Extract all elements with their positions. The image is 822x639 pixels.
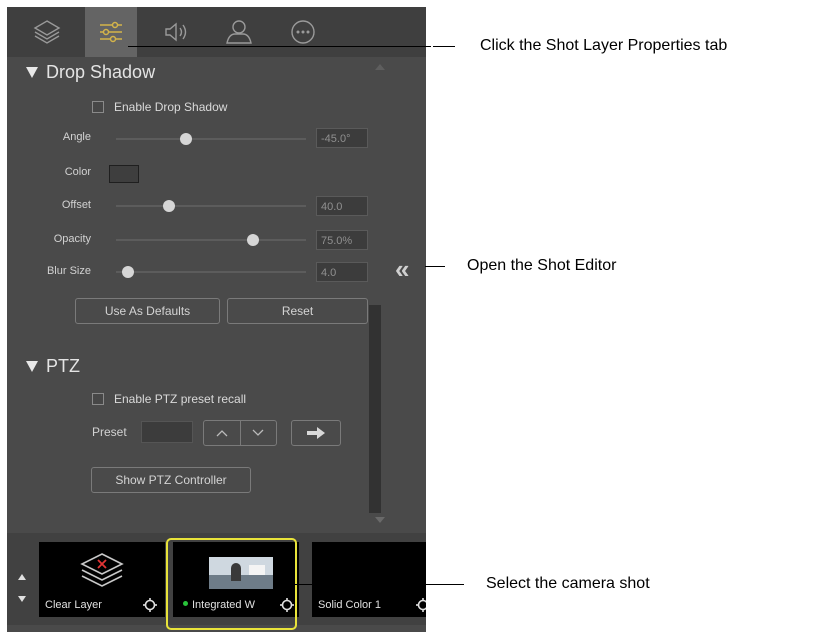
opacity-slider-thumb[interactable] [247, 234, 259, 246]
preset-input[interactable] [141, 421, 193, 443]
blur-size-slider[interactable] [116, 271, 306, 273]
tab-user[interactable] [214, 7, 264, 57]
sliders-icon [100, 21, 122, 43]
selected-shot-highlight [166, 538, 297, 630]
shot-solid-color[interactable]: Solid Color 1 [312, 542, 426, 617]
speaker-icon [165, 22, 187, 42]
blur-size-slider-thumb[interactable] [122, 266, 134, 278]
opacity-slider[interactable] [116, 239, 306, 241]
enable-drop-shadow-checkbox[interactable]: Enable Drop Shadow [92, 100, 227, 114]
angle-slider[interactable] [116, 138, 306, 140]
chevron-up-icon [216, 430, 228, 437]
tab-shot-layer-properties[interactable] [85, 7, 137, 57]
blur-size-value[interactable]: 4.0 [316, 262, 368, 282]
offset-value[interactable]: 40.0 [316, 196, 368, 216]
more-icon [291, 20, 315, 44]
scroll-down-arrow-icon[interactable] [375, 517, 385, 523]
reset-button[interactable]: Reset [227, 298, 368, 324]
tab-more[interactable] [278, 7, 328, 57]
user-icon [226, 20, 252, 44]
gear-icon[interactable] [416, 598, 426, 612]
preset-label: Preset [92, 425, 127, 439]
preset-down-button[interactable] [239, 421, 277, 445]
enable-ptz-label: Enable PTZ preset recall [114, 392, 247, 406]
callout-line-shot-editor [425, 266, 445, 267]
offset-slider-thumb[interactable] [163, 200, 175, 212]
shot-label: Solid Color 1 [318, 599, 381, 611]
show-ptz-controller-button[interactable]: Show PTZ Controller [91, 467, 251, 493]
opacity-value[interactable]: 75.0% [316, 230, 368, 250]
color-label: Color [64, 166, 91, 178]
gear-icon[interactable] [143, 598, 157, 612]
angle-label: Angle [62, 131, 91, 143]
arrow-right-icon [307, 427, 325, 439]
strip-down-arrow-icon[interactable] [18, 596, 26, 602]
enable-ptz-checkbox[interactable]: Enable PTZ preset recall [92, 392, 246, 406]
color-swatch[interactable] [109, 165, 139, 183]
shot-clear-layer[interactable]: Clear Layer [39, 542, 165, 617]
callout-properties-tab: Click the Shot Layer Properties tab [480, 37, 728, 54]
drop-shadow-title: Drop Shadow [46, 62, 156, 82]
tab-layers[interactable] [22, 7, 72, 57]
clear-layer-icon [80, 553, 124, 587]
preset-up-button[interactable] [204, 421, 240, 445]
layers-icon [33, 20, 61, 44]
collapse-triangle-icon [26, 67, 38, 78]
callout-tick-properties-tab [433, 46, 455, 47]
opacity-label: Opacity [53, 233, 91, 245]
enable-drop-shadow-label: Enable Drop Shadow [114, 100, 228, 114]
preset-recall-button[interactable] [291, 420, 341, 446]
preset-stepper[interactable] [203, 420, 277, 446]
strip-up-arrow-icon[interactable] [18, 574, 26, 580]
scrollbar[interactable] [369, 305, 381, 513]
open-shot-editor-chevron-icon[interactable]: « [395, 256, 409, 282]
tab-audio[interactable] [150, 7, 200, 57]
chevron-down-icon [252, 429, 264, 436]
callout-camera-shot: Select the camera shot [486, 575, 650, 592]
angle-value[interactable]: -45.0° [316, 128, 368, 148]
use-as-defaults-button[interactable]: Use As Defaults [75, 298, 220, 324]
shot-label: Clear Layer [45, 599, 102, 611]
scroll-up-arrow-icon[interactable] [375, 64, 385, 70]
callout-line-properties-tab [128, 46, 431, 47]
offset-label: Offset [61, 199, 91, 211]
callout-line-camera-shot [282, 584, 464, 585]
blur-size-label: Blur Size [46, 265, 91, 277]
callout-shot-editor: Open the Shot Editor [467, 257, 617, 274]
ptz-title: PTZ [46, 356, 80, 376]
checkbox-box[interactable] [92, 101, 104, 113]
ptz-section-header[interactable]: PTZ [26, 356, 80, 377]
angle-slider-thumb[interactable] [180, 133, 192, 145]
checkbox-box[interactable] [92, 393, 104, 405]
collapse-triangle-icon [26, 361, 38, 372]
offset-slider[interactable] [116, 205, 306, 207]
drop-shadow-section-header[interactable]: Drop Shadow [26, 62, 155, 83]
tab-bar [7, 7, 426, 57]
